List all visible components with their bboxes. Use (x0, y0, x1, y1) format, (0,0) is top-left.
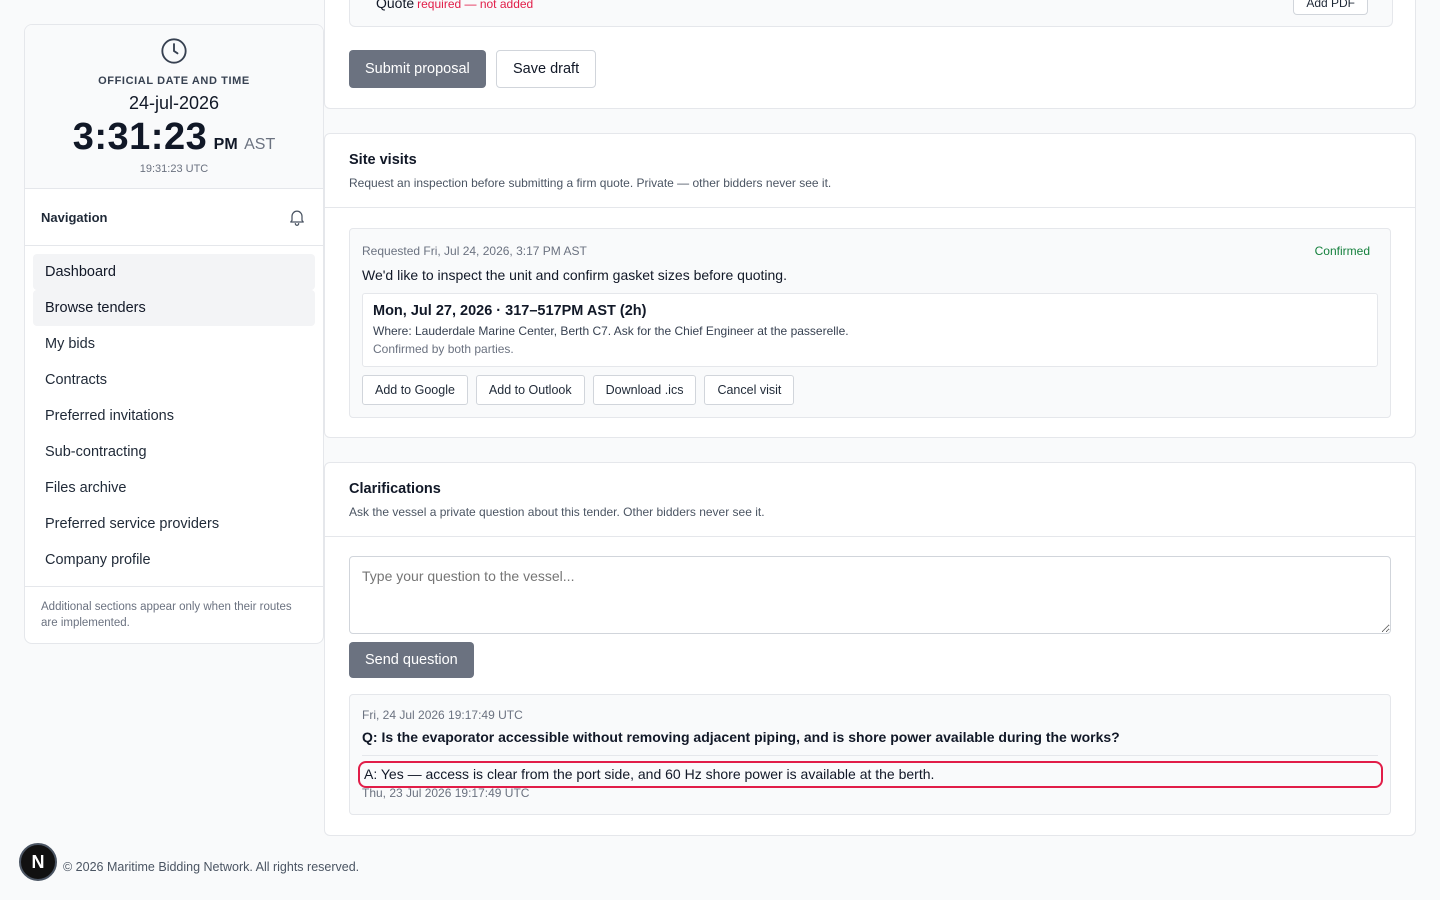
clock-icon (161, 38, 187, 64)
visit-slot-time: Mon, Jul 27, 2026 · 317–517PM AST (2h) (373, 303, 647, 319)
quote-label: Quote required — not added (376, 0, 533, 11)
send-question-button[interactable]: Send question (349, 642, 474, 678)
site-visits-header: Site visits Request an inspection before… (325, 134, 1415, 208)
cancel-visit-button[interactable]: Cancel visit (704, 375, 795, 405)
visit-status-badge: Confirmed (1314, 244, 1370, 258)
quote-row: Quote required — not added Add PDF (349, 0, 1393, 27)
answer-date: Thu, 23 Jul 2026 19:17:49 UTC (362, 786, 530, 800)
bell-icon[interactable] (287, 207, 307, 227)
visit-requested: Requested Fri, Jul 24, 2026, 3:17 PM AST (362, 244, 587, 258)
download-ics-button[interactable]: Download .ics (592, 375, 697, 405)
nav-item-browse-tenders[interactable]: Browse tenders (33, 290, 315, 326)
site-visits-panel: Site visits Request an inspection before… (324, 133, 1416, 438)
clarifications-title: Clarifications (349, 481, 441, 497)
nav-header: Navigation (25, 189, 323, 246)
visit-slot-confirmation: Confirmed by both parties. (373, 342, 514, 356)
sidebar: OFFICIAL DATE AND TIME 24-jul-2026 3:31:… (24, 24, 324, 644)
clock-label: OFFICIAL DATE AND TIME (98, 75, 250, 87)
nav-note: Additional sections appear only when the… (41, 601, 292, 629)
save-draft-button[interactable]: Save draft (496, 50, 597, 88)
nav-item-company-profile[interactable]: Company profile (33, 542, 315, 578)
clock-ampm: PM (213, 136, 238, 153)
site-visits-title: Site visits (349, 152, 417, 168)
nav-item-dashboard[interactable]: Dashboard (33, 254, 315, 290)
add-to-outlook-button[interactable]: Add to Outlook (475, 375, 585, 405)
nav-item-preferred-service-providers[interactable]: Preferred service providers (33, 506, 315, 542)
question-input[interactable] (349, 556, 1391, 634)
visit-actions: Add to Google Add to Outlook Download .i… (362, 375, 795, 405)
add-to-google-button[interactable]: Add to Google (362, 375, 468, 405)
add-pdf-button[interactable]: Add PDF (1293, 0, 1368, 15)
clock-time-row: 3:31:23 PM AST (25, 116, 323, 159)
quote-required-status: required — not added (417, 0, 534, 11)
quote-label-text: Quote (376, 0, 415, 11)
clarifications-panel: Clarifications Ask the vessel a private … (324, 462, 1416, 836)
nav-item-sub-contracting[interactable]: Sub-contracting (33, 434, 315, 470)
nav-item-contracts[interactable]: Contracts (33, 362, 315, 398)
dev-tools-badge[interactable]: N (19, 843, 57, 881)
question-date: Fri, 24 Jul 2026 19:17:49 UTC (362, 708, 523, 722)
submit-proposal-button[interactable]: Submit proposal (349, 50, 486, 88)
clock-date: 24-jul-2026 (128, 93, 220, 113)
visit-message: We'd like to inspect the unit and confir… (362, 267, 787, 283)
clock-time: 3:31:23 (72, 116, 208, 158)
visit-slot-location: Where: Lauderdale Marine Center, Berth C… (373, 324, 849, 338)
nav-item-preferred-invitations[interactable]: Preferred invitations (33, 398, 315, 434)
clock-utc: 19:31:23 UTC (139, 163, 209, 175)
site-visits-subtitle: Request an inspection before submitting … (349, 176, 832, 190)
thread-divider (362, 755, 1378, 756)
answer-text: A: Yes — access is clear from the port s… (358, 761, 1383, 788)
clarifications-subtitle: Ask the vessel a private question about … (349, 505, 765, 519)
nav-item-files-archive[interactable]: Files archive (33, 470, 315, 506)
proposal-panel: Quote required — not added Add PDF Submit… (324, 0, 1416, 109)
nav-item-my-bids[interactable]: My bids (33, 326, 315, 362)
official-clock: OFFICIAL DATE AND TIME 24-jul-2026 3:31:… (25, 25, 323, 189)
question-text: Q: Is the evaporator accessible without … (362, 729, 1120, 745)
clock-timezone: AST (244, 136, 276, 153)
nav-list: Dashboard Browse tenders My bids Contrac… (25, 246, 323, 587)
clarification-thread: Fri, 24 Jul 2026 19:17:49 UTC Q: Is the … (349, 694, 1391, 815)
visit-slot: Mon, Jul 27, 2026 · 317–517PM AST (2h) W… (362, 293, 1378, 367)
clarifications-header: Clarifications Ask the vessel a private … (325, 463, 1415, 537)
footer-copyright: © 2026 Maritime Bidding Network. All rig… (63, 860, 360, 874)
visit-card: Requested Fri, Jul 24, 2026, 3:17 PM AST… (349, 228, 1391, 418)
nav-title: Navigation (41, 209, 108, 225)
